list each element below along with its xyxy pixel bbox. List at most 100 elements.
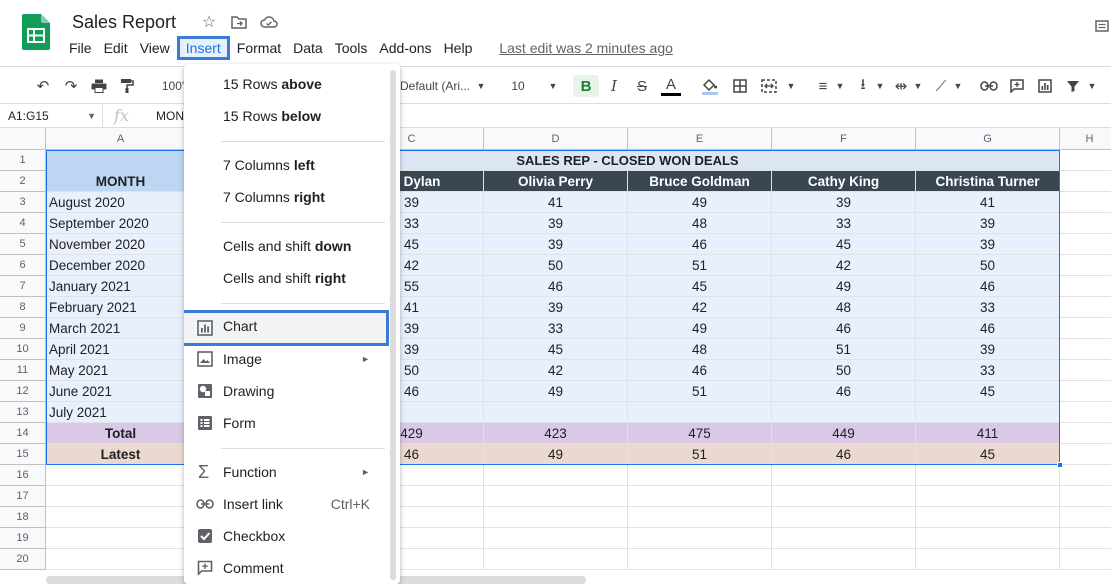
empty-cell[interactable] — [1060, 381, 1111, 402]
row-header[interactable]: 7 — [0, 276, 46, 297]
empty-cell[interactable] — [628, 549, 772, 570]
menu-insert[interactable]: Insert — [176, 36, 230, 60]
data-cell[interactable]: 46 — [772, 318, 916, 339]
strikethrough-icon[interactable]: S — [631, 75, 653, 97]
month-cell[interactable]: May 2021 — [46, 360, 196, 381]
empty-cell[interactable] — [484, 549, 628, 570]
horizontal-align-icon[interactable]: ≡ — [812, 75, 834, 97]
data-cell[interactable] — [916, 402, 1060, 423]
data-cell[interactable] — [484, 402, 628, 423]
empty-cell[interactable] — [1060, 486, 1111, 507]
latest-cell[interactable]: 45 — [916, 444, 1060, 465]
insert-rows-below[interactable]: 15 Rows below — [184, 100, 400, 132]
total-label-cell[interactable]: Total — [46, 423, 196, 444]
select-all-corner[interactable] — [0, 128, 46, 150]
empty-cell[interactable] — [772, 465, 916, 486]
insert-link-icon[interactable] — [978, 75, 1000, 97]
data-cell[interactable]: 48 — [772, 297, 916, 318]
insert-comment[interactable]: Comment — [184, 552, 400, 584]
insert-form[interactable]: Form — [184, 407, 400, 439]
merge-caret-icon[interactable]: ▼ — [784, 75, 798, 97]
rep-header-cell[interactable]: Christina Turner — [916, 171, 1060, 192]
column-header[interactable]: F — [772, 128, 916, 150]
paint-format-icon[interactable] — [116, 75, 138, 97]
menu-addons[interactable]: Add-ons — [374, 36, 436, 60]
move-folder-icon[interactable] — [228, 12, 250, 32]
star-icon[interactable]: ☆ — [198, 12, 220, 32]
empty-cell[interactable] — [916, 507, 1060, 528]
rep-header-cell[interactable]: Bruce Goldman — [628, 171, 772, 192]
month-cell[interactable]: September 2020 — [46, 213, 196, 234]
insert-chart[interactable]: Chart — [184, 310, 389, 346]
last-edit-link[interactable]: Last edit was 2 minutes ago — [499, 36, 673, 60]
empty-cell[interactable] — [1060, 465, 1111, 486]
menu-scrollbar[interactable] — [390, 70, 396, 580]
empty-cell[interactable] — [1060, 423, 1111, 444]
row-header[interactable]: 4 — [0, 213, 46, 234]
h-align-caret-icon[interactable]: ▼ — [834, 75, 846, 97]
empty-cell[interactable] — [772, 549, 916, 570]
filter-caret-icon[interactable]: ▼ — [1086, 75, 1098, 97]
data-cell[interactable]: 49 — [628, 192, 772, 213]
v-align-caret-icon[interactable]: ▼ — [874, 75, 886, 97]
name-box[interactable]: A1:G15 ▼ — [0, 104, 103, 128]
empty-cell[interactable] — [628, 486, 772, 507]
column-header[interactable]: A — [46, 128, 196, 150]
empty-cell[interactable] — [46, 507, 196, 528]
row-header[interactable]: 1 — [0, 150, 46, 171]
insert-chart-icon[interactable] — [1034, 75, 1056, 97]
data-cell[interactable]: 46 — [484, 276, 628, 297]
bold-icon[interactable]: B — [573, 75, 599, 97]
empty-cell[interactable] — [484, 486, 628, 507]
data-cell[interactable]: 49 — [628, 318, 772, 339]
data-cell[interactable]: 39 — [484, 297, 628, 318]
empty-cell[interactable] — [484, 465, 628, 486]
data-cell[interactable]: 50 — [916, 255, 1060, 276]
insert-checkbox[interactable]: Checkbox — [184, 520, 400, 552]
row-header[interactable]: 9 — [0, 318, 46, 339]
empty-cell[interactable] — [1060, 192, 1111, 213]
data-cell[interactable]: 39 — [484, 213, 628, 234]
cloud-status-icon[interactable] — [258, 12, 280, 32]
data-cell[interactable]: 48 — [628, 339, 772, 360]
empty-cell[interactable] — [46, 549, 196, 570]
column-header[interactable]: H — [1060, 128, 1111, 150]
empty-cell[interactable] — [1060, 507, 1111, 528]
empty-cell[interactable] — [1060, 276, 1111, 297]
month-cell[interactable]: June 2021 — [46, 381, 196, 402]
row-header[interactable]: 6 — [0, 255, 46, 276]
vertical-align-icon[interactable]: ⭳ — [852, 75, 874, 97]
column-header[interactable]: G — [916, 128, 1060, 150]
data-cell[interactable]: 42 — [772, 255, 916, 276]
empty-cell[interactable] — [772, 507, 916, 528]
empty-cell[interactable] — [46, 486, 196, 507]
row-header[interactable]: 19 — [0, 528, 46, 549]
empty-cell[interactable] — [628, 507, 772, 528]
row-header[interactable]: 11 — [0, 360, 46, 381]
menu-data[interactable]: Data — [288, 36, 328, 60]
insert-link-item[interactable]: Insert link Ctrl+K — [184, 488, 400, 520]
row-header[interactable]: 13 — [0, 402, 46, 423]
empty-cell[interactable] — [1060, 444, 1111, 465]
row-header[interactable]: 14 — [0, 423, 46, 444]
empty-cell[interactable] — [628, 465, 772, 486]
data-cell[interactable]: 33 — [916, 360, 1060, 381]
name-box-caret-icon[interactable]: ▼ — [87, 104, 96, 128]
data-cell[interactable]: 46 — [772, 381, 916, 402]
merge-cells-icon[interactable] — [758, 75, 780, 97]
text-color-icon[interactable]: A — [660, 75, 682, 97]
font-family-select[interactable]: Default (Ari... — [398, 75, 472, 97]
data-cell[interactable]: 39 — [772, 192, 916, 213]
menu-help[interactable]: Help — [439, 36, 478, 60]
insert-comment-icon[interactable] — [1006, 75, 1028, 97]
empty-cell[interactable] — [1060, 549, 1111, 570]
data-cell[interactable]: 42 — [628, 297, 772, 318]
undo-icon[interactable]: ↶ — [32, 75, 54, 97]
empty-cell[interactable] — [916, 549, 1060, 570]
empty-cell[interactable] — [1060, 150, 1111, 171]
month-cell[interactable]: July 2021 — [46, 402, 196, 423]
data-cell[interactable]: 39 — [484, 234, 628, 255]
empty-cell[interactable] — [772, 528, 916, 549]
empty-cell[interactable] — [916, 465, 1060, 486]
italic-icon[interactable]: I — [603, 75, 625, 97]
